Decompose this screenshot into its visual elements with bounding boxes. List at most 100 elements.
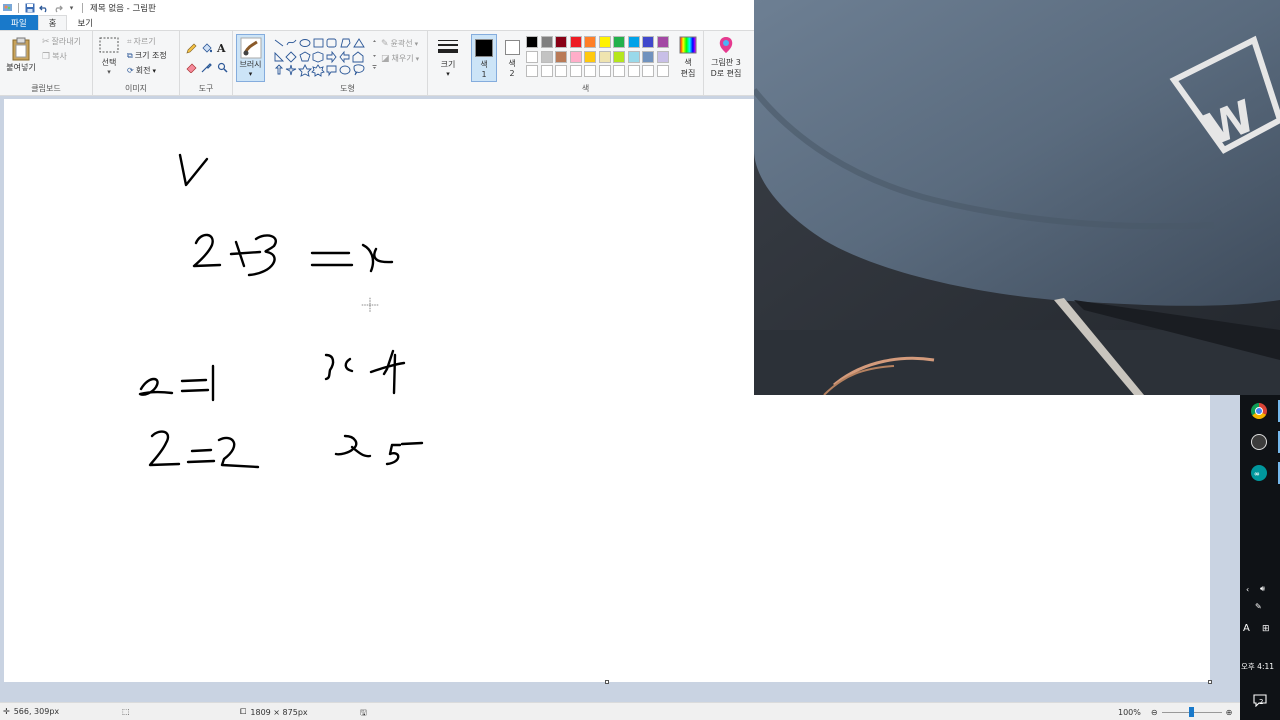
resize-button[interactable]: ⧉ 크기 조정 xyxy=(127,50,167,61)
palette-swatch[interactable] xyxy=(656,50,669,63)
outline-button[interactable]: ✎ 윤곽선 ▾ xyxy=(381,38,418,49)
brushes-button[interactable]: 브러시 ▾ xyxy=(236,34,265,82)
rotate-dropdown-icon: ▾ xyxy=(152,66,156,75)
canvas-resize-handle-bottom[interactable] xyxy=(605,680,609,684)
scissors-icon: ✂ xyxy=(42,36,50,47)
line-size-icon xyxy=(438,40,458,53)
zoom-slider-thumb[interactable] xyxy=(1188,707,1194,717)
paint3d-label-2: D로 편집 xyxy=(710,69,742,78)
canvas-resize-handle-corner[interactable] xyxy=(1208,680,1212,684)
save-icon[interactable] xyxy=(24,2,35,13)
color-picker-icon[interactable] xyxy=(201,62,212,76)
resize-label: 크기 조정 xyxy=(134,51,167,60)
canvas-dimensions: ⧠ 1809 × 875px xyxy=(240,707,308,717)
colors-group: 색 1 색 2 색 편집 색 xyxy=(468,31,704,96)
color1-label: 색 xyxy=(480,60,488,69)
ime-mode-icon[interactable]: ⊞ xyxy=(1262,624,1270,634)
palette-swatch[interactable] xyxy=(540,36,553,48)
stroke-x1 xyxy=(361,243,394,273)
edit-colors-button[interactable]: 색 편집 xyxy=(674,36,702,79)
webcam-image: W xyxy=(754,0,1280,395)
tools-group: A 도구 xyxy=(180,31,233,96)
clock[interactable]: 오후 4:11 xyxy=(1241,661,1274,672)
palette-swatch[interactable] xyxy=(526,65,538,77)
brushes-dropdown-icon: ▾ xyxy=(248,70,253,78)
palette-swatch[interactable] xyxy=(627,65,640,77)
pen-icon[interactable]: ✎ xyxy=(1255,602,1262,611)
size-button[interactable]: 크기 ▾ xyxy=(432,36,464,82)
palette-swatch[interactable] xyxy=(627,36,640,48)
palette-swatch[interactable] xyxy=(584,65,596,77)
fill-bucket-icon[interactable] xyxy=(201,43,213,57)
stroke-five xyxy=(385,441,424,466)
redo-icon[interactable] xyxy=(52,2,63,13)
palette-swatch[interactable] xyxy=(584,50,596,63)
palette-swatch[interactable] xyxy=(584,36,596,48)
outline-dropdown-icon: ▾ xyxy=(414,39,419,48)
zoom-out-button[interactable]: ⊖ xyxy=(1151,708,1158,717)
resize-icon: ⧉ xyxy=(127,50,133,60)
fill-button[interactable]: ◪ 채우기 ▾ xyxy=(381,53,419,64)
stroke-2b xyxy=(148,430,181,467)
palette-swatch[interactable] xyxy=(569,36,582,48)
palette-swatch[interactable] xyxy=(642,36,654,48)
palette-swatch[interactable] xyxy=(656,36,669,48)
crop-button[interactable]: ⌗ 자르기 xyxy=(127,36,156,47)
edit-with-paint3d-button[interactable]: 그림판 3 D로 편집 xyxy=(706,36,746,79)
copy-button[interactable]: ❐ 복사 xyxy=(42,51,67,62)
input-language-indicator[interactable]: A xyxy=(1243,623,1250,634)
magnifier-icon[interactable] xyxy=(217,62,228,76)
tab-home[interactable]: 홈 xyxy=(37,15,68,30)
show-hidden-icons-chevron[interactable]: ‹ xyxy=(1246,585,1249,594)
zoom-slider[interactable] xyxy=(1161,707,1222,717)
palette-swatch[interactable] xyxy=(540,65,553,77)
volume-icon[interactable]: 🔊︎ xyxy=(1260,584,1265,594)
shape-gallery[interactable] xyxy=(274,37,378,77)
chrome-icon[interactable] xyxy=(1251,403,1267,419)
select-button[interactable]: 선택 ▾ xyxy=(98,37,120,76)
palette-swatch[interactable] xyxy=(555,50,567,63)
palette-swatch[interactable] xyxy=(526,50,538,63)
pencil-icon[interactable] xyxy=(186,43,197,57)
select-dropdown-icon[interactable]: ▾ xyxy=(98,68,120,76)
zoom-in-button[interactable]: ⊕ xyxy=(1226,708,1233,717)
palette-swatch[interactable] xyxy=(569,65,582,77)
palette-swatch[interactable] xyxy=(598,50,611,63)
text-tool-icon[interactable]: A xyxy=(217,42,226,55)
image-group-label: 이미지 xyxy=(124,84,148,93)
palette-swatch[interactable] xyxy=(613,36,625,48)
undo-icon[interactable] xyxy=(38,2,49,13)
color1-button[interactable]: 색 1 xyxy=(471,34,497,82)
palette-swatch[interactable] xyxy=(598,65,611,77)
cut-button[interactable]: ✂ 잘라내기 xyxy=(42,36,81,47)
customize-quick-access-icon[interactable]: ▾ xyxy=(66,2,77,13)
palette-swatch[interactable] xyxy=(642,50,654,63)
paint3d-icon xyxy=(719,37,733,53)
palette-swatch[interactable] xyxy=(555,65,567,77)
arduino-icon[interactable]: ∞ xyxy=(1251,465,1267,481)
palette-swatch[interactable] xyxy=(555,36,567,48)
obs-icon[interactable] xyxy=(1251,434,1267,450)
select-label: 선택 xyxy=(101,58,117,67)
palette-swatch[interactable] xyxy=(598,36,611,48)
palette-swatch[interactable] xyxy=(569,50,582,63)
palette-swatch[interactable] xyxy=(627,50,640,63)
tab-file[interactable]: 파일 xyxy=(0,15,38,30)
clipboard-group: 붙여넣기 ✂ 잘라내기 ❐ 복사 클립보드 xyxy=(0,31,93,96)
webcam-overlay: W xyxy=(754,0,1280,395)
palette-swatch[interactable] xyxy=(526,36,538,48)
color1-swatch xyxy=(475,39,493,57)
palette-swatch[interactable] xyxy=(642,65,654,77)
eraser-icon[interactable] xyxy=(186,62,197,76)
paste-button[interactable]: 붙여넣기 xyxy=(3,35,39,77)
color-spectrum-icon xyxy=(679,36,697,54)
rotate-button[interactable]: ⟳ 회전 ▾ xyxy=(127,65,156,76)
color2-button[interactable]: 색 2 xyxy=(500,34,524,82)
action-center-button[interactable]: 2 xyxy=(1253,693,1267,708)
tab-view[interactable]: 보기 xyxy=(67,15,103,30)
clipboard-group-label: 클립보드 xyxy=(31,84,61,93)
palette-swatch[interactable] xyxy=(540,50,553,63)
palette-swatch[interactable] xyxy=(656,65,669,77)
palette-swatch[interactable] xyxy=(613,50,625,63)
palette-swatch[interactable] xyxy=(613,65,625,77)
